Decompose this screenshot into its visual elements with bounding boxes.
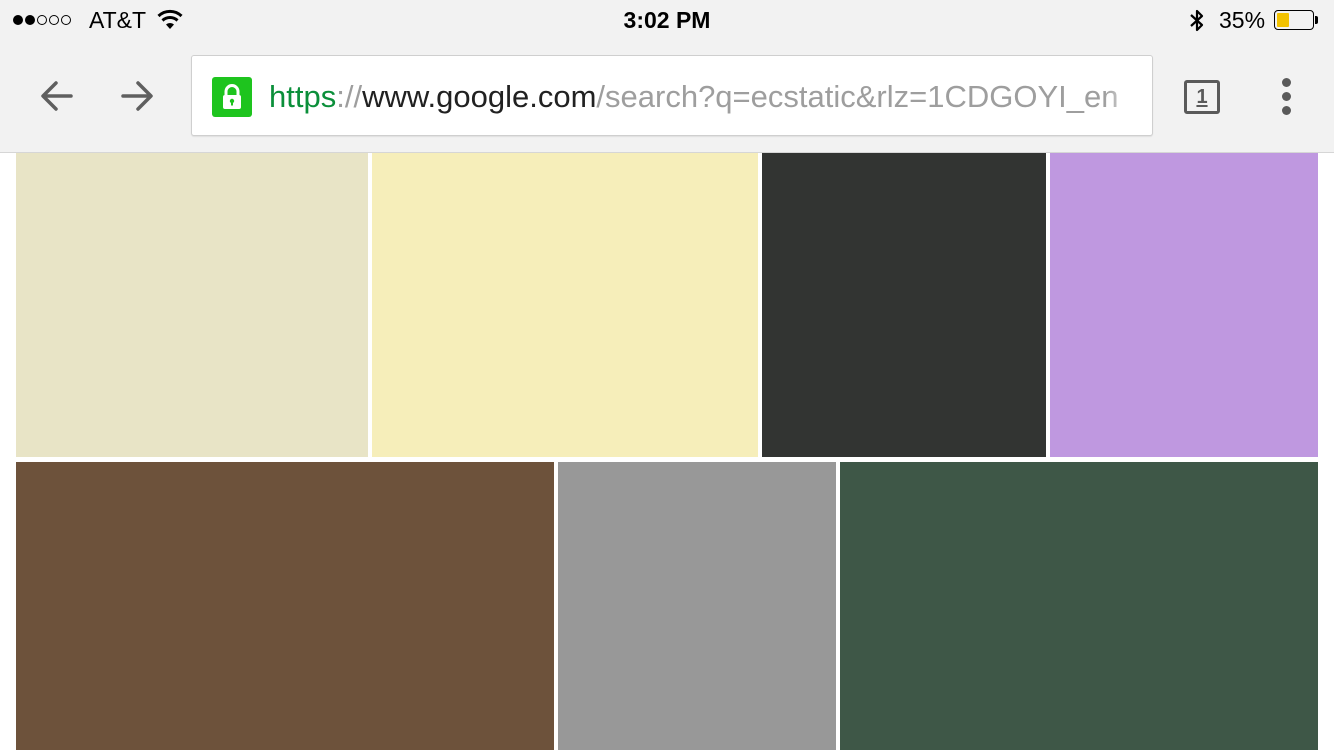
back-button[interactable] (37, 76, 77, 116)
url-text[interactable]: https://www.google.com/search?q=ecstatic… (269, 78, 1144, 116)
image-result[interactable] (16, 462, 554, 750)
url-separator: :// (336, 79, 363, 114)
carrier-name: AT&T (89, 7, 147, 33)
battery-level-fill (1277, 13, 1289, 27)
arrow-left-icon (41, 81, 73, 111)
battery-icon (1274, 10, 1318, 30)
tab-switcher-button[interactable]: 1 (1184, 80, 1220, 114)
tab-count: 1 (1196, 86, 1208, 108)
address-bar[interactable]: https://www.google.com/search?q=ecstatic… (191, 55, 1153, 136)
signal-dots-icon (13, 14, 71, 26)
image-result[interactable] (16, 153, 368, 457)
secure-connection-badge[interactable] (212, 77, 252, 117)
image-result[interactable] (372, 153, 758, 457)
forward-button[interactable] (117, 76, 157, 116)
more-vert-icon[interactable] (1276, 78, 1298, 115)
image-result[interactable] (840, 462, 1318, 750)
wifi-icon (157, 9, 183, 29)
url-path: /search?q=ecstatic&rlz=1CDGOYI_en (596, 79, 1119, 114)
url-scheme: https (269, 79, 337, 114)
image-result[interactable] (762, 153, 1046, 457)
image-results-grid (0, 153, 1334, 750)
lock-icon (223, 84, 241, 109)
status-time: 3:02 PM (623, 7, 711, 33)
url-host: www.google.com (362, 79, 597, 114)
battery-percent: 35% (1219, 7, 1266, 33)
image-result[interactable] (558, 462, 836, 750)
arrow-right-icon (121, 81, 153, 111)
bluetooth-icon (1190, 9, 1204, 32)
status-bar: AT&T 3:02 PM 35% (0, 0, 1334, 42)
browser-toolbar: https://www.google.com/search?q=ecstatic… (0, 42, 1334, 153)
image-result[interactable] (1050, 153, 1318, 457)
